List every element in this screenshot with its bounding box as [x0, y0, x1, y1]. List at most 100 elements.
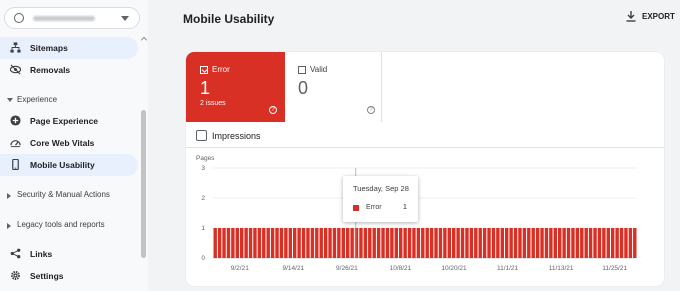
chart-bar[interactable] — [425, 228, 429, 258]
chart-bar[interactable] — [580, 228, 584, 258]
sidebar-scrollbar[interactable] — [141, 110, 146, 258]
property-selector[interactable] — [4, 7, 140, 29]
help-icon[interactable]: ? — [367, 106, 375, 114]
chart-bar[interactable] — [381, 228, 385, 258]
chart-bar[interactable] — [584, 228, 588, 258]
chart-bar[interactable] — [465, 228, 469, 258]
chart-bar[interactable] — [213, 228, 217, 258]
sidebar-item-page-experience[interactable]: Page Experience — [0, 110, 138, 132]
chart-bar[interactable] — [354, 228, 359, 258]
chart-bar[interactable] — [429, 228, 434, 258]
sidebar-item-settings[interactable]: Settings — [0, 265, 138, 287]
chart-bar[interactable] — [310, 228, 315, 258]
chart-bar[interactable] — [597, 228, 602, 258]
chart-bar[interactable] — [275, 228, 279, 258]
sidebar-item-core-web-vitals[interactable]: Core Web Vitals — [0, 132, 138, 154]
chart-bar[interactable] — [359, 228, 363, 258]
help-icon[interactable]: ? — [269, 106, 277, 114]
chart-bar[interactable] — [500, 228, 504, 258]
chart-bar[interactable] — [332, 228, 337, 258]
chart-bar[interactable] — [235, 228, 239, 258]
chart-bar[interactable] — [588, 228, 593, 258]
chart-bar[interactable] — [593, 228, 597, 258]
chart-bar[interactable] — [240, 228, 244, 258]
impressions-checkbox[interactable] — [196, 130, 207, 141]
chart-bar[interactable] — [558, 228, 562, 258]
chart-bar[interactable] — [575, 228, 580, 258]
chart-bar[interactable] — [341, 228, 345, 258]
chart-bar[interactable] — [297, 228, 301, 258]
chart-bar[interactable] — [231, 228, 235, 258]
chart-bar[interactable] — [469, 228, 474, 258]
valid-tile[interactable]: Valid 0 ? — [285, 52, 382, 122]
chart-bar[interactable] — [491, 228, 496, 258]
chart-bar[interactable] — [319, 228, 323, 258]
chart-bar[interactable] — [509, 228, 513, 258]
chart-bar[interactable] — [505, 228, 509, 258]
chart-bar[interactable] — [513, 228, 518, 258]
chart-bar[interactable] — [284, 228, 288, 258]
chart-bar[interactable] — [478, 228, 482, 258]
chart-bar[interactable] — [615, 228, 619, 258]
chart-bar[interactable] — [270, 228, 275, 258]
chart-bar[interactable] — [266, 228, 270, 258]
chart-bar[interactable] — [474, 228, 478, 258]
chart-bar[interactable] — [434, 228, 438, 258]
chart-bar[interactable] — [531, 228, 535, 258]
chart-bar[interactable] — [257, 228, 262, 258]
chart-bar[interactable] — [376, 228, 381, 258]
chart-bar[interactable] — [416, 228, 421, 258]
chart-bar[interactable] — [443, 228, 447, 258]
chart-bar[interactable] — [350, 228, 354, 258]
chart-bar[interactable] — [540, 228, 544, 258]
chart-bar[interactable] — [337, 228, 341, 258]
chart-bar[interactable] — [482, 228, 487, 258]
chart-bar[interactable] — [244, 228, 248, 258]
chart-bar[interactable] — [399, 228, 403, 258]
export-button[interactable]: EXPORT — [626, 11, 675, 22]
chart-bar[interactable] — [394, 228, 398, 258]
chart-bar[interactable] — [527, 228, 531, 258]
chart-bar[interactable] — [248, 228, 253, 258]
sidebar-item-removals[interactable]: Removals — [0, 59, 138, 81]
chart-bar[interactable] — [412, 228, 416, 258]
error-tile[interactable]: Error 1 2 issues ? — [186, 52, 285, 122]
chart-bar[interactable] — [323, 228, 328, 258]
chart-bar[interactable] — [606, 228, 610, 258]
chart-bar[interactable] — [279, 228, 284, 258]
chart-bar[interactable] — [438, 228, 443, 258]
chart-bar[interactable] — [611, 228, 615, 258]
chart-bar[interactable] — [262, 228, 266, 258]
chart-bar[interactable] — [301, 228, 306, 258]
chart-bar[interactable] — [549, 228, 553, 258]
chart-bar[interactable] — [456, 228, 460, 258]
valid-checkbox[interactable] — [298, 66, 306, 74]
chart-bar[interactable] — [368, 228, 372, 258]
chart-bar[interactable] — [496, 228, 500, 258]
chart-bar[interactable] — [226, 228, 231, 258]
sidebar-item-links[interactable]: Links — [0, 243, 138, 265]
chart-bar[interactable] — [553, 228, 557, 258]
chart-bar[interactable] — [315, 228, 319, 258]
sidebar-item-sitemaps[interactable]: Sitemaps — [0, 37, 138, 59]
chart-bar[interactable] — [390, 228, 394, 258]
chart-bar[interactable] — [222, 228, 226, 258]
chart-bar[interactable] — [562, 228, 566, 258]
chart-bar[interactable] — [522, 228, 527, 258]
chart-bar[interactable] — [452, 228, 456, 258]
chart-bar[interactable] — [619, 228, 624, 258]
chart-bar[interactable] — [518, 228, 522, 258]
chart-bar[interactable] — [566, 228, 571, 258]
chart-bar[interactable] — [288, 228, 292, 258]
chart-bar[interactable] — [306, 228, 310, 258]
chart-bar[interactable] — [602, 228, 606, 258]
chart-bar[interactable] — [293, 228, 297, 258]
chart-bar[interactable] — [624, 228, 628, 258]
chart-bar[interactable] — [628, 228, 633, 258]
chart-bar[interactable] — [447, 228, 451, 258]
chart-bar[interactable] — [253, 228, 257, 258]
chart-bar[interactable] — [544, 228, 549, 258]
chart-bar[interactable] — [385, 228, 390, 258]
chart-bar[interactable] — [421, 228, 425, 258]
chart-bar[interactable] — [571, 228, 575, 258]
